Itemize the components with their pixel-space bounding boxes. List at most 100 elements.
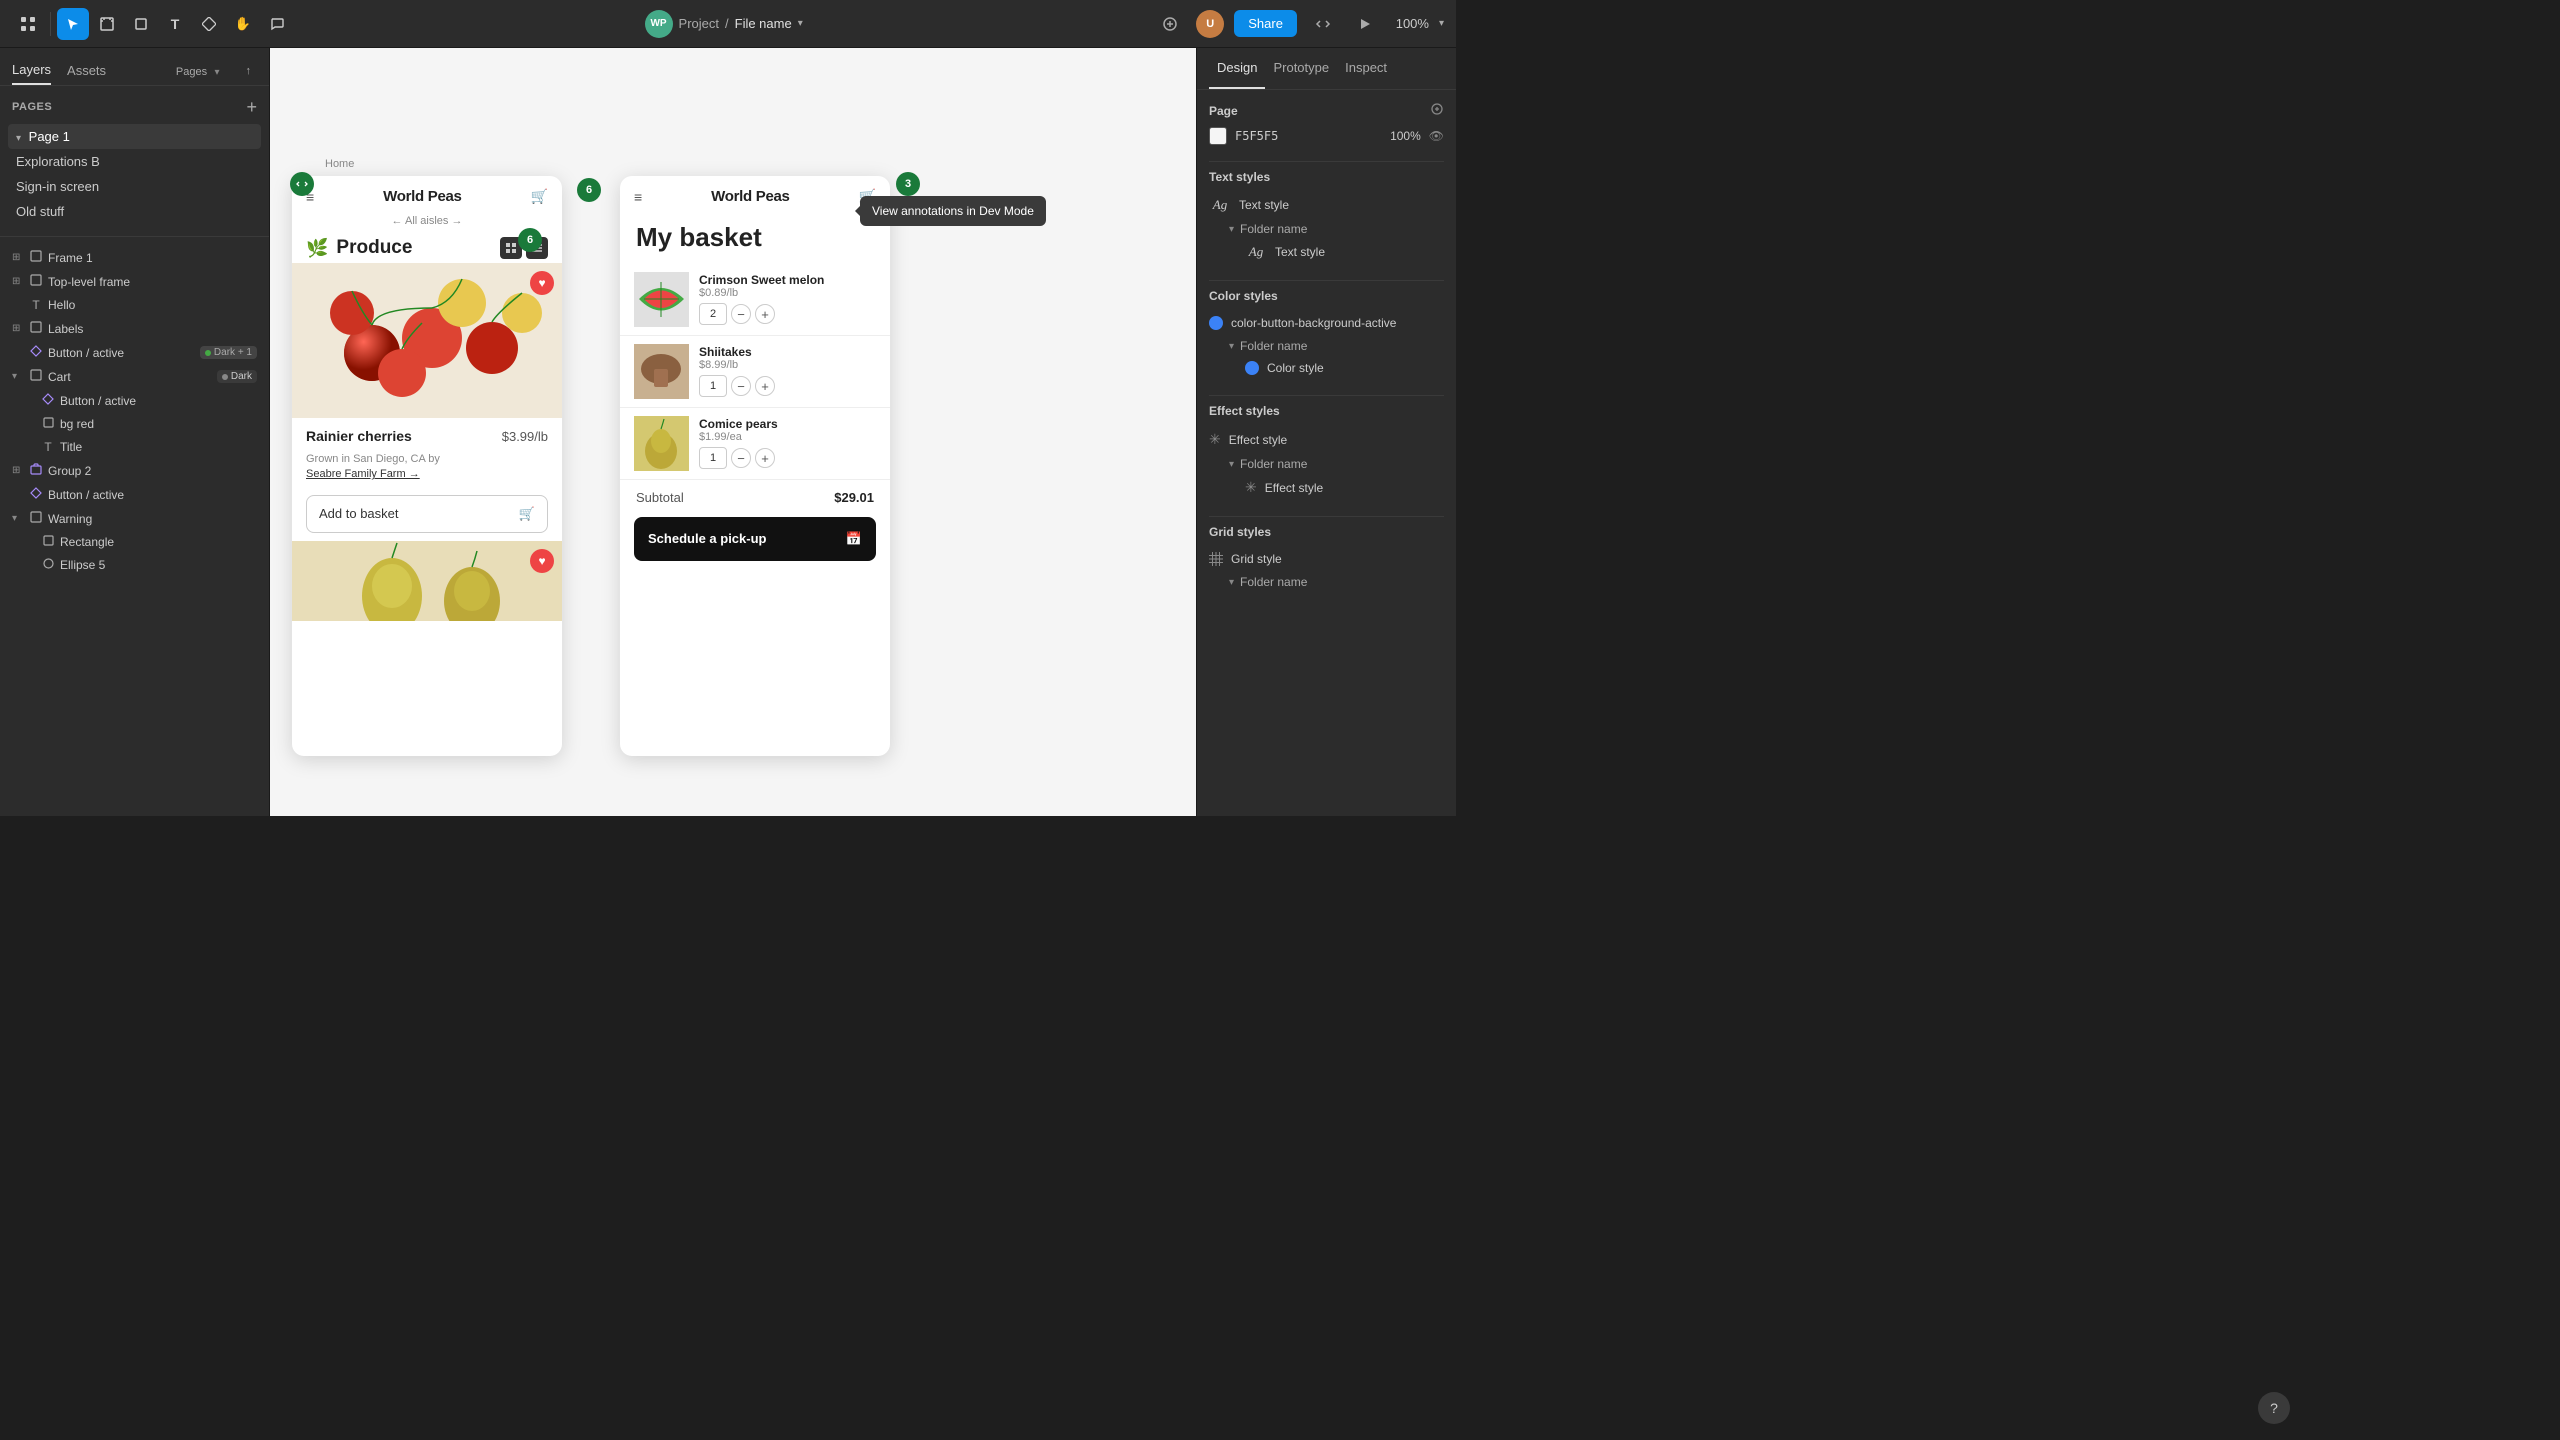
- group-icon: [28, 463, 44, 478]
- melon-qty-inc[interactable]: +: [755, 304, 775, 324]
- page-item-oldstuff[interactable]: Old stuff: [8, 199, 261, 224]
- hand-tool[interactable]: ✋: [227, 8, 259, 40]
- eye-icon[interactable]: 👁: [1429, 129, 1444, 143]
- filename-dropdown-icon[interactable]: ▾: [798, 18, 803, 29]
- select-tool[interactable]: [57, 8, 89, 40]
- folder-item-1[interactable]: ▾ Folder name: [1209, 218, 1444, 240]
- dark-badge: Dark + 1: [200, 346, 257, 359]
- pears-qty[interactable]: 1: [699, 447, 727, 469]
- layer-frame-1[interactable]: ⊞ Frame 1: [4, 246, 265, 269]
- play-btn[interactable]: [1349, 8, 1381, 40]
- layer-warning[interactable]: ▾ Warning: [4, 507, 265, 530]
- effect-style-item-2[interactable]: ✳ Effect style: [1209, 475, 1444, 500]
- text-style-item-1[interactable]: Ag Text style: [1209, 192, 1444, 218]
- share-button[interactable]: Share: [1234, 10, 1297, 37]
- ann-badge-6a[interactable]: 6: [577, 178, 601, 202]
- shiitakes-qty-inc[interactable]: +: [755, 376, 775, 396]
- pears-qty-dec[interactable]: −: [731, 448, 751, 468]
- page-color-swatch[interactable]: [1209, 127, 1227, 145]
- layer-top-frame[interactable]: ⊞ Top-level frame: [4, 270, 265, 293]
- color-style-item-2[interactable]: Color style: [1209, 357, 1444, 379]
- grid-tool[interactable]: [12, 8, 44, 40]
- layer-bg-red[interactable]: ▶ bg red: [4, 413, 265, 435]
- section-divider-1: [1209, 161, 1444, 162]
- page-indicator[interactable]: Pages ▾: [172, 58, 224, 84]
- page-color-hex[interactable]: F5F5F5: [1235, 129, 1278, 143]
- component-icon: [40, 393, 56, 408]
- color-styles-header: Color styles: [1209, 289, 1444, 303]
- folder-item-2[interactable]: ▾ Folder name: [1209, 335, 1444, 357]
- color-style-item-1[interactable]: color-button-background-active: [1209, 311, 1444, 335]
- component-tool[interactable]: [193, 8, 225, 40]
- layer-labels[interactable]: ⊞ Labels: [4, 317, 265, 340]
- badge-label-3: 3: [905, 178, 911, 190]
- canvas[interactable]: Home ≡ World Peas 🛒 ← All aisles → 🌿 Pro…: [270, 48, 1196, 816]
- zoom-level[interactable]: 100%: [1391, 16, 1429, 31]
- cart-icon[interactable]: 🛒: [531, 188, 548, 205]
- ann-badge-3[interactable]: 3: [896, 172, 920, 196]
- folder-item-4[interactable]: ▾ Folder name: [1209, 571, 1444, 593]
- effect-style-item-1[interactable]: ✳ Effect style: [1209, 426, 1444, 453]
- ann-badge-6b[interactable]: 6: [518, 228, 542, 252]
- project-label: Project: [679, 16, 719, 31]
- heart-icon-1[interactable]: ♥: [530, 271, 554, 295]
- help-button[interactable]: ?: [2258, 1392, 2290, 1424]
- zoom-dropdown-icon[interactable]: ▾: [1439, 18, 1444, 29]
- farm-link[interactable]: Seabre Family Farm →: [306, 468, 420, 480]
- frame-tool[interactable]: [91, 8, 123, 40]
- shiitakes-qty[interactable]: 1: [699, 375, 727, 397]
- layer-group-2[interactable]: ⊞ Group 2: [4, 459, 265, 482]
- inspect-tab[interactable]: Inspect: [1337, 48, 1395, 89]
- shiitakes-qty-dec[interactable]: −: [731, 376, 751, 396]
- calendar-icon: 📅: [846, 531, 862, 547]
- folder-item-3[interactable]: ▾ Folder name: [1209, 453, 1444, 475]
- pears-qty-inc[interactable]: +: [755, 448, 775, 468]
- user-avatar[interactable]: U: [1196, 10, 1224, 38]
- expand-icon: ⊞: [12, 465, 24, 476]
- design-tab[interactable]: Design: [1209, 48, 1265, 89]
- layer-button-active-3[interactable]: ▶ Button / active: [4, 483, 265, 506]
- frame-icon: [28, 250, 44, 265]
- right-panel: Design Prototype Inspect Page F5F5F5 100…: [1196, 48, 1456, 816]
- layers-tab[interactable]: Layers: [12, 56, 51, 85]
- file-name[interactable]: File name: [735, 16, 792, 31]
- layer-button-active-2[interactable]: ▶ Button / active: [4, 389, 265, 412]
- hamburger-icon-2[interactable]: ≡: [634, 189, 642, 205]
- text-tool[interactable]: T: [159, 8, 191, 40]
- produce-title: Produce: [336, 237, 412, 259]
- layer-ellipse-5[interactable]: ▶ Ellipse 5: [4, 554, 265, 576]
- layer-cart[interactable]: ▾ Cart Dark: [4, 365, 265, 388]
- basket-item-pears: Comice pears $1.99/ea 1 − +: [620, 408, 890, 480]
- add-basket-btn[interactable]: Add to basket 🛒: [306, 495, 548, 533]
- comment-tool[interactable]: [261, 8, 293, 40]
- page-item-signin[interactable]: Sign-in screen: [8, 174, 261, 199]
- prototype-tab[interactable]: Prototype: [1265, 48, 1337, 89]
- layer-hello[interactable]: ▶ T Hello: [4, 294, 265, 316]
- code-view-btn[interactable]: [1307, 8, 1339, 40]
- effect-star-2: ✳: [1245, 479, 1257, 496]
- layer-label: Title: [60, 440, 257, 454]
- devmode-btn[interactable]: [1154, 8, 1186, 40]
- pickup-button[interactable]: Schedule a pick-up 📅: [634, 517, 876, 561]
- code-badge-phone1[interactable]: [290, 172, 314, 196]
- nav-text[interactable]: ← All aisles →: [392, 215, 463, 227]
- page-up-icon[interactable]: ↑: [240, 59, 258, 83]
- melon-qty-dec[interactable]: −: [731, 304, 751, 324]
- layer-button-active[interactable]: ▶ Button / active Dark + 1: [4, 341, 265, 364]
- layer-title[interactable]: ▶ T Title: [4, 436, 265, 458]
- grid-style-item-1[interactable]: Grid style: [1209, 547, 1444, 571]
- melon-qty-control: 2 − +: [699, 303, 876, 325]
- shape-tool[interactable]: [125, 8, 157, 40]
- assets-tab[interactable]: Assets: [67, 57, 106, 84]
- page-item-explorations[interactable]: Explorations B: [8, 149, 261, 174]
- page-section-icon[interactable]: [1430, 102, 1444, 119]
- heart-icon-2[interactable]: ♥: [530, 549, 554, 573]
- basket-title: My basket: [620, 213, 890, 264]
- page-opacity[interactable]: 100%: [1390, 129, 1421, 143]
- text-style-name-1: Text style: [1239, 198, 1444, 212]
- text-style-item-2[interactable]: Ag Text style: [1209, 240, 1444, 264]
- melon-qty[interactable]: 2: [699, 303, 727, 325]
- layer-rectangle[interactable]: ▶ Rectangle: [4, 531, 265, 553]
- page-item-1[interactable]: ▾ Page 1: [8, 124, 261, 149]
- add-page-button[interactable]: +: [246, 98, 257, 116]
